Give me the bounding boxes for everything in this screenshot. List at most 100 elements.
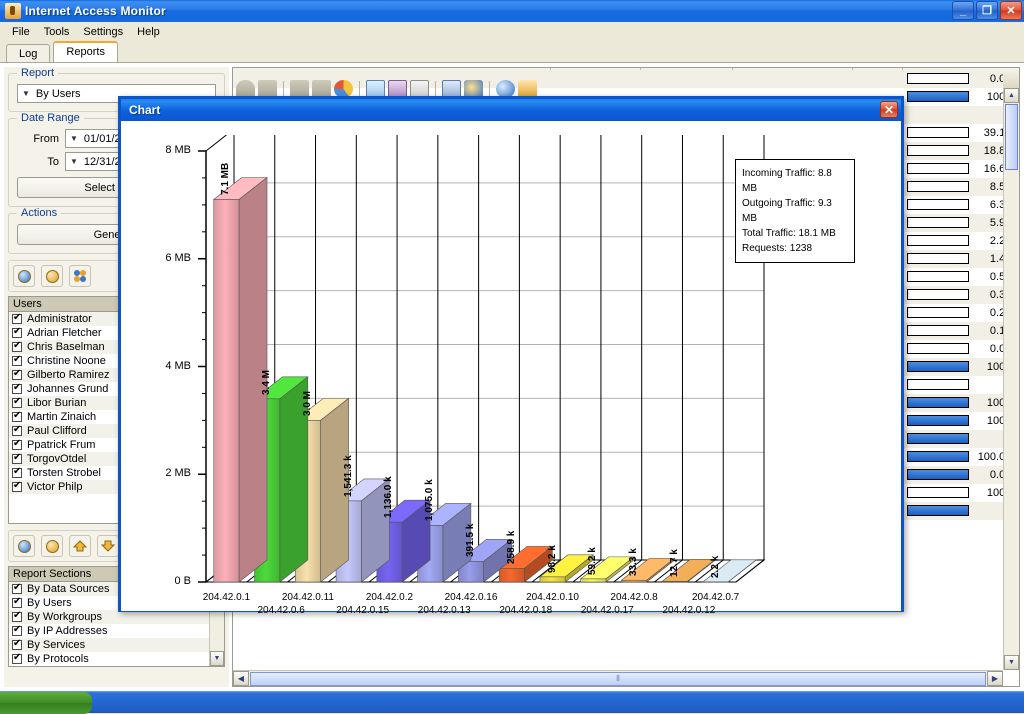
checkbox-checked-icon[interactable] bbox=[12, 584, 22, 594]
checkbox-checked-icon[interactable] bbox=[12, 398, 22, 408]
window-title: Internet Access Monitor bbox=[25, 4, 166, 18]
toolbar-separator-2 bbox=[359, 81, 360, 97]
table-scroll-thumb[interactable] bbox=[1005, 104, 1018, 170]
user-item-label: Christine Noone bbox=[27, 354, 106, 368]
checkbox-checked-icon[interactable] bbox=[12, 612, 22, 622]
percentage-bar bbox=[907, 415, 969, 426]
percentage-bar-fill bbox=[908, 92, 968, 101]
checkbox-checked-icon[interactable] bbox=[12, 412, 22, 422]
checkbox-checked-icon[interactable] bbox=[12, 314, 22, 324]
section-item-label: By Users bbox=[27, 596, 72, 610]
deselect-all-sections-icon[interactable] bbox=[41, 535, 63, 557]
up-arrow-icon bbox=[73, 540, 87, 552]
menu-item-settings[interactable]: Settings bbox=[77, 24, 129, 40]
percentage-bar bbox=[907, 289, 969, 300]
percentage-label: 100.0% bbox=[969, 448, 1003, 466]
y-axis-tick-label: 8 MB bbox=[143, 144, 191, 156]
invert-users-selection-icon[interactable] bbox=[69, 265, 91, 287]
percentage-bar-fill bbox=[908, 398, 968, 407]
percentage-label: 0.0% bbox=[969, 70, 1003, 88]
tab-log[interactable]: Log bbox=[6, 44, 50, 63]
checkbox-checked-icon[interactable] bbox=[12, 342, 22, 352]
date-to-label: To bbox=[17, 156, 59, 168]
checkbox-checked-icon[interactable] bbox=[12, 328, 22, 338]
tab-reports[interactable]: Reports bbox=[53, 41, 118, 62]
percentage-bar-fill bbox=[908, 416, 968, 425]
section-item-label: By Services bbox=[27, 638, 85, 652]
percentage-label: 18.8% bbox=[969, 142, 1003, 160]
checkbox-checked-icon[interactable] bbox=[12, 598, 22, 608]
bar-value-label: 258.9 k bbox=[506, 531, 517, 564]
scroll-right-icon[interactable]: ▶ bbox=[987, 671, 1003, 686]
percentage-bar-fill bbox=[908, 434, 968, 443]
user-item-label: Libor Burian bbox=[27, 396, 86, 410]
section-item[interactable]: By Workgroups bbox=[9, 610, 224, 624]
table-cell-total bbox=[733, 70, 853, 88]
x-axis-tick-label: 204.42.0.13 bbox=[409, 605, 479, 616]
checkbox-checked-icon[interactable] bbox=[12, 654, 22, 664]
move-section-up-icon[interactable] bbox=[69, 535, 91, 557]
menu-item-tools[interactable]: Tools bbox=[38, 24, 76, 40]
percentage-label bbox=[969, 502, 1003, 520]
table-horizontal-scrollbar[interactable]: ◀ ⦀ ▶ bbox=[233, 670, 1003, 686]
user-item-label: Paul Clifford bbox=[27, 424, 87, 438]
percentage-bar-fill bbox=[908, 470, 968, 479]
tab-strip: Log Reports bbox=[0, 41, 1024, 62]
percentage-bar bbox=[907, 505, 969, 516]
percentage-bar bbox=[907, 73, 969, 84]
move-section-down-icon[interactable] bbox=[97, 535, 119, 557]
scroll-left-icon[interactable]: ◀ bbox=[233, 671, 249, 686]
toolbar-separator-1 bbox=[283, 81, 284, 97]
y-axis-tick-label: 6 MB bbox=[143, 252, 191, 264]
window-controls: _ ❐ ✕ bbox=[952, 1, 1022, 20]
scroll-down-icon[interactable]: ▼ bbox=[210, 651, 224, 666]
menu-item-help[interactable]: Help bbox=[131, 24, 166, 40]
menu-item-file[interactable]: File bbox=[6, 24, 36, 40]
percentage-bar bbox=[907, 91, 969, 102]
x-axis-tick-label: 204.42.0.12 bbox=[654, 605, 724, 616]
toolbar-separator-3 bbox=[435, 81, 436, 97]
chart-canvas: Date Range : 1/1/2003 - 12/31/2005 0 B2 … bbox=[121, 121, 901, 611]
chart-dialog-close-button[interactable]: ✕ bbox=[880, 101, 898, 118]
x-axis-tick-label: 204.42.0.11 bbox=[273, 592, 343, 603]
scroll-up-icon[interactable]: ▲ bbox=[1004, 88, 1019, 103]
checkbox-checked-icon[interactable] bbox=[12, 426, 22, 436]
checkbox-checked-icon[interactable] bbox=[12, 468, 22, 478]
section-item[interactable]: By Services bbox=[9, 638, 224, 652]
start-button[interactable] bbox=[0, 692, 92, 714]
percentage-label: 1.4% bbox=[969, 250, 1003, 268]
table-vertical-scrollbar[interactable]: ▲ ▼ bbox=[1003, 88, 1019, 670]
checkbox-checked-icon[interactable] bbox=[12, 482, 22, 492]
deselect-all-users-icon[interactable] bbox=[41, 265, 63, 287]
section-item[interactable]: By IP Addresses bbox=[9, 624, 224, 638]
table-cell-outgoing bbox=[641, 70, 733, 88]
chart-info-box: Incoming Traffic: 8.8 MB Outgoing Traffi… bbox=[735, 159, 855, 263]
section-item-label: By Workgroups bbox=[27, 610, 102, 624]
checkbox-checked-icon[interactable] bbox=[12, 454, 22, 464]
x-axis-tick-label: 204.42.0.17 bbox=[572, 605, 642, 616]
checkbox-checked-icon[interactable] bbox=[12, 440, 22, 450]
close-button[interactable]: ✕ bbox=[1000, 1, 1022, 20]
maximize-button[interactable]: ❐ bbox=[976, 1, 998, 20]
checkbox-checked-icon[interactable] bbox=[12, 640, 22, 650]
user-item-label: Martin Zinaich bbox=[27, 410, 96, 424]
select-all-users-icon[interactable] bbox=[13, 265, 35, 287]
percentage-bar bbox=[907, 127, 969, 138]
percentage-label: 8.5% bbox=[969, 178, 1003, 196]
bar-value-label: 2.2 k bbox=[710, 556, 721, 578]
select-all-sections-icon[interactable] bbox=[13, 535, 35, 557]
checkbox-checked-icon[interactable] bbox=[12, 384, 22, 394]
checkbox-checked-icon[interactable] bbox=[12, 626, 22, 636]
chevron-down-icon: ▼ bbox=[70, 134, 78, 143]
minimize-button[interactable]: _ bbox=[952, 1, 974, 20]
percentage-bar bbox=[907, 235, 969, 246]
section-item[interactable]: By Protocols bbox=[9, 652, 224, 666]
percentage-label: 100% bbox=[969, 88, 1003, 106]
user-item-label: Gilberto Ramirez bbox=[27, 368, 110, 382]
scroll-down-icon[interactable]: ▼ bbox=[1004, 655, 1019, 670]
checkbox-checked-icon[interactable] bbox=[12, 370, 22, 380]
taskbar bbox=[0, 691, 1024, 713]
hscroll-thumb[interactable]: ⦀ bbox=[250, 672, 986, 686]
percentage-label: 0.3% bbox=[969, 286, 1003, 304]
checkbox-checked-icon[interactable] bbox=[12, 356, 22, 366]
